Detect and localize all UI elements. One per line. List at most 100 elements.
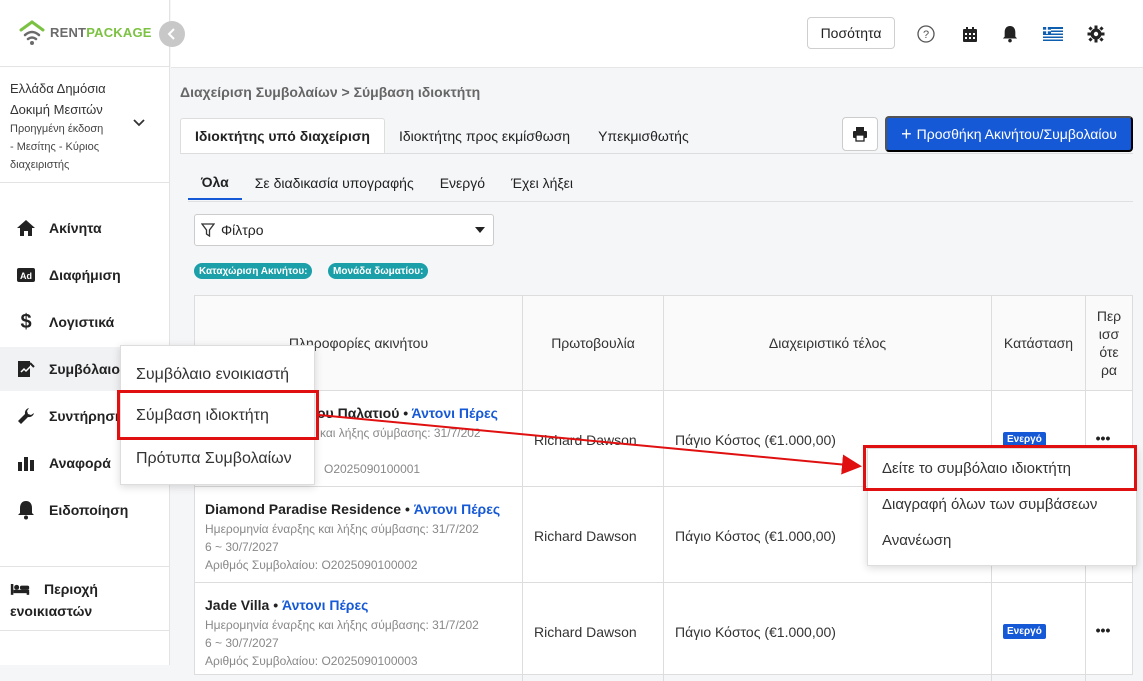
- column-header-fee: Διαχειριστικό τέλος: [664, 296, 992, 391]
- contract-dates: Ημερομηνία έναρξης και λήξης σύμβασης: 3…: [205, 618, 479, 632]
- property-name[interactable]: Diamond Paradise Residence • Άντονι Πέρε…: [205, 501, 500, 517]
- home-icon: [16, 218, 36, 238]
- bed-icon: [10, 579, 30, 599]
- agent-link[interactable]: Άντονι Πέρες: [282, 597, 368, 613]
- menu-item-delete-all-contracts[interactable]: Διαγραφή όλων των συμβάσεων: [882, 496, 1097, 513]
- row-divider: [195, 582, 1132, 583]
- chevron-left-icon: [167, 28, 175, 40]
- separator-dot: •: [403, 405, 412, 421]
- sidebar-item-properties[interactable]: Ακίνητα: [0, 206, 170, 250]
- contract-icon: [16, 359, 36, 379]
- sidebar-item-label: Συμβόλαιο: [49, 361, 120, 377]
- svg-text:Ad: Ad: [20, 271, 32, 281]
- divider: [188, 201, 1133, 202]
- help-icon[interactable]: ?: [916, 24, 936, 44]
- column-header-more-line: Περ: [1096, 308, 1122, 324]
- subtab-expired[interactable]: Έχει λήξει: [498, 166, 586, 200]
- tab-owner-for-lease[interactable]: Ιδιοκτήτης προς εκμίσθωση: [385, 118, 584, 154]
- quantity-button[interactable]: Ποσότητα: [807, 17, 895, 49]
- account-plan-line3: διαχειριστής: [10, 159, 70, 171]
- property-name-text: Jade Villa: [205, 597, 270, 613]
- bell-icon: [16, 500, 36, 520]
- column-header-more-line: ισσ: [1098, 326, 1120, 342]
- highlight-box: [117, 390, 319, 440]
- app-logo[interactable]: RENTPACKAGE: [18, 18, 152, 46]
- column-header-status: Κατάσταση: [992, 296, 1086, 391]
- agent-link[interactable]: Άντονι Πέρες: [412, 405, 498, 421]
- divider: [0, 182, 170, 183]
- menu-item-tenant-contract[interactable]: Συμβόλαιο ενοικιαστή: [136, 366, 289, 384]
- printer-icon: [853, 127, 867, 142]
- wifi-home-logo-icon: [19, 20, 45, 45]
- filter-label: Φίλτρο: [221, 222, 264, 238]
- property-name[interactable]: ου Παλατιού • Άντονι Πέρες: [317, 405, 498, 421]
- plus-icon: +: [901, 124, 912, 144]
- gear-icon[interactable]: [1086, 24, 1106, 44]
- separator-dot: •: [273, 597, 283, 613]
- property-name[interactable]: Jade Villa • Άντονι Πέρες: [205, 597, 368, 613]
- column-header-more-line: ρα: [1100, 362, 1118, 378]
- logo-text-package: PACKAGE: [86, 24, 152, 40]
- status-subtabs: Όλα Σε διαδικασία υπογραφής Ενεργό Έχει …: [188, 166, 586, 200]
- filter-chip-property-listing[interactable]: Καταχώριση Ακινήτου:: [194, 263, 313, 279]
- top-bar: Ποσότητα ?: [171, 0, 1143, 68]
- print-button[interactable]: [842, 117, 878, 151]
- add-property-contract-button[interactable]: + Προσθήκη Ακινήτου/Συμβολαίου: [885, 116, 1133, 152]
- chevron-down-icon[interactable]: [132, 116, 146, 130]
- fee-cell: Πάγιο Κόστος (€1.000,00): [675, 528, 836, 544]
- account-plan-line1: Προηγμένη έκδοση: [10, 123, 104, 135]
- property-name-text: ου Παλατιού: [317, 405, 400, 421]
- dollar-icon: $: [20, 310, 32, 333]
- menu-item-renew[interactable]: Ανανέωση: [882, 532, 951, 549]
- bell-icon[interactable]: [1000, 24, 1020, 44]
- sidebar-item-tenant-area[interactable]: Περιοχή ενοικιαστών: [10, 578, 160, 622]
- sidebar-item-label: Διαφήμιση: [49, 267, 121, 283]
- filter-icon: [201, 223, 215, 237]
- sidebar-item-advertising[interactable]: Ad Διαφήμιση: [0, 253, 170, 297]
- sidebar-collapse-button[interactable]: [159, 21, 185, 47]
- sidebar-item-label-line2: ενοικιαστών: [10, 603, 93, 619]
- column-divider: [663, 391, 664, 681]
- sidebar-item-accounting[interactable]: $ Λογιστικά: [0, 300, 170, 344]
- property-name-text: Diamond Paradise Residence: [205, 501, 402, 517]
- column-header-more: Περ ισσ ότε ρα: [1086, 296, 1132, 391]
- tab-managed-owner[interactable]: Ιδιοκτήτης υπό διαχείριση: [180, 118, 385, 154]
- wrench-icon: [16, 406, 36, 426]
- subtab-all[interactable]: Όλα: [188, 166, 242, 200]
- initiative-cell: Richard Dawson: [534, 624, 637, 640]
- fee-cell: Πάγιο Κόστος (€1.000,00): [675, 432, 836, 448]
- subtab-active[interactable]: Ενεργό: [427, 166, 498, 200]
- divider: [0, 566, 170, 567]
- contract-number: O2025090100001: [324, 462, 421, 476]
- svg-text:?: ?: [923, 29, 929, 41]
- logo-text-rent: RENT: [50, 24, 87, 40]
- account-name-line1: Ελλάδα Δημόσια: [10, 81, 106, 96]
- ad-icon: Ad: [16, 265, 36, 285]
- column-header-initiative: Πρωτοβουλία: [523, 296, 664, 391]
- subtab-signing[interactable]: Σε διαδικασία υπογραφής: [242, 166, 427, 200]
- sidebar: RENTPACKAGE Ελλάδα Δημόσια Δοκιμή Μεσιτώ…: [0, 0, 170, 665]
- tab-sublessor[interactable]: Υπεκμισθωτής: [584, 118, 703, 154]
- calendar-icon[interactable]: [960, 24, 980, 44]
- divider: [180, 153, 1133, 154]
- sidebar-item-label: Αναφορά: [49, 455, 111, 471]
- sidebar-item-label: Λογιστικά: [49, 314, 115, 330]
- more-actions-icon[interactable]: •••: [1094, 431, 1112, 445]
- menu-item-contract-templates[interactable]: Πρότυπα Συμβολαίων: [136, 450, 292, 468]
- sidebar-item-label: Ακίνητα: [49, 220, 102, 236]
- account-switcher[interactable]: Ελλάδα Δημόσια Δοκιμή Μεσιτών Προηγμένη …: [10, 78, 130, 174]
- account-name-line2: Δοκιμή Μεσιτών: [10, 102, 103, 117]
- agent-link[interactable]: Άντονι Πέρες: [414, 501, 500, 517]
- filter-chip-room-unit[interactable]: Μονάδα δωματίου:: [328, 263, 429, 279]
- fee-cell: Πάγιο Κόστος (€1.000,00): [675, 624, 836, 640]
- initiative-cell: Richard Dawson: [534, 432, 637, 448]
- contract-dates: Ημερομηνία έναρξης και λήξης σύμβασης: 3…: [205, 522, 479, 536]
- contract-tabs: Ιδιοκτήτης υπό διαχείριση Ιδιοκτήτης προ…: [180, 118, 703, 154]
- greek-flag-icon[interactable]: [1043, 24, 1063, 44]
- filter-dropdown[interactable]: Φίλτρο: [194, 214, 494, 246]
- divider: [0, 630, 170, 631]
- logo-text: RENTPACKAGE: [50, 25, 152, 40]
- contract-number: Αριθμός Συμβολαίου: O2025090100003: [205, 654, 418, 668]
- more-actions-icon[interactable]: •••: [1094, 623, 1112, 637]
- sidebar-item-notifications[interactable]: Ειδοποίηση: [0, 488, 170, 532]
